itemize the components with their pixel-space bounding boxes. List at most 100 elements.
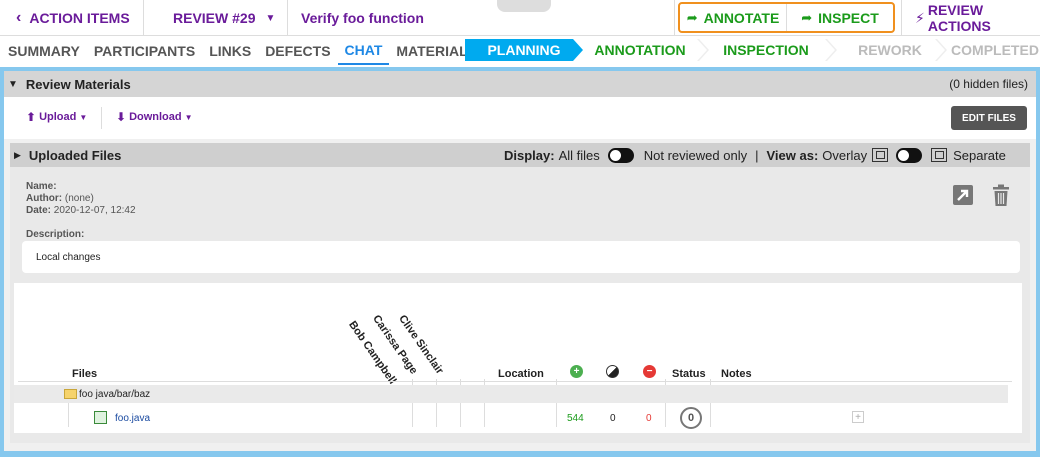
materials-toolbar: ⬆ Upload ▼ ⬇ Download ▼ EDIT FILES	[4, 97, 1036, 139]
view-mode-toggle[interactable]	[896, 147, 923, 163]
review-selector[interactable]: REVIEW #29 ▼	[173, 0, 275, 36]
add-note-icon[interactable]: +	[852, 411, 864, 423]
download-label: Download	[129, 111, 182, 123]
overlay-icon	[872, 148, 889, 162]
date-label: Date:	[26, 205, 52, 216]
trash-icon[interactable]	[989, 183, 1013, 207]
folder-row[interactable]: foo java/bar/baz	[14, 385, 1008, 403]
date-row: Date: 2020-12-07, 12:42	[26, 205, 136, 217]
phase-completed: COMPLETED	[951, 42, 1039, 58]
divider	[901, 0, 902, 36]
name-row: Name:	[26, 181, 136, 193]
divider	[287, 0, 288, 36]
upload-icon: ⬆	[26, 110, 37, 124]
annotate-button[interactable]: ➦ ANNOTATE	[680, 4, 786, 31]
review-materials-title: Review Materials	[25, 76, 131, 92]
caret-down-icon: ▼	[79, 112, 88, 122]
table-row: foo.java 544 0 0 0 +	[14, 403, 1008, 433]
display-label: Display:	[504, 147, 555, 163]
action-items-label: ACTION ITEMS	[29, 10, 130, 26]
upload-label: Upload	[39, 111, 77, 123]
files-column-header: Files	[72, 368, 98, 380]
view-separate-label: Separate	[953, 147, 1006, 163]
hidden-files-count: (0 hidden files)	[949, 77, 1028, 91]
display-all-label: All files	[558, 147, 600, 163]
separate-icon	[931, 148, 948, 162]
phase-annotation: ANNOTATION	[594, 42, 686, 58]
display-options: Display: All files Not reviewed only | V…	[504, 147, 1006, 163]
action-items-button[interactable]: ‹ ACTION ITEMS	[16, 0, 130, 36]
phase-actions: ➦ ANNOTATE ➦ INSPECT	[678, 2, 895, 33]
tab-participants[interactable]: PARTICIPANTS	[87, 37, 202, 65]
review-number: REVIEW #29	[173, 10, 256, 26]
collapse-triangle-icon[interactable]: ▼	[8, 79, 18, 90]
file-status-indicator[interactable]: 0	[680, 407, 702, 429]
location-column-header: Location	[498, 368, 544, 380]
header-divider	[18, 381, 1012, 382]
review-materials-body: ▼ Review Materials (0 hidden files) ⬆ Up…	[4, 71, 1036, 451]
download-icon: ⬇	[116, 110, 127, 124]
view-overlay-label: Overlay	[822, 147, 868, 163]
tab-chat[interactable]: CHAT	[337, 37, 390, 65]
added-lines-icon: +	[570, 365, 583, 378]
name-label: Name:	[26, 181, 57, 192]
edit-files-button[interactable]: EDIT FILES	[951, 106, 1027, 130]
modified-lines-icon	[606, 365, 619, 378]
open-external-icon[interactable]	[951, 183, 975, 207]
divider	[101, 107, 102, 129]
download-button[interactable]: ⬇ Download ▼	[116, 110, 193, 124]
review-tabs: SUMMARY PARTICIPANTS LINKS DEFECTS CHAT …	[0, 37, 484, 65]
review-actions-button[interactable]: ⚡ REVIEW ACTIONS	[915, 0, 1040, 36]
divider	[143, 0, 144, 36]
forward-arrow-icon: ➦	[686, 9, 698, 25]
display-filter-toggle[interactable]	[607, 147, 634, 163]
java-file-icon	[94, 411, 107, 424]
description-label: Description:	[26, 229, 85, 240]
date-value: 2020-12-07, 12:42	[53, 205, 136, 216]
inspect-label: INSPECT	[818, 9, 879, 26]
folder-path: foo java/bar/baz	[79, 388, 151, 400]
caret-down-icon: ▼	[184, 112, 193, 122]
divider	[674, 0, 675, 36]
forward-arrow-icon: ➦	[801, 9, 813, 25]
description-value: Local changes	[36, 251, 101, 263]
description-box: Local changes	[22, 241, 1020, 273]
phase-inspection: INSPECTION	[723, 42, 809, 58]
tab-defects[interactable]: DEFECTS	[258, 37, 337, 65]
removed-lines-icon: −	[643, 365, 656, 378]
lightning-icon: ⚡	[915, 9, 925, 26]
upload-button[interactable]: ⬆ Upload ▼	[26, 110, 87, 124]
folder-icon	[64, 389, 77, 399]
top-bar: ‹ ACTION ITEMS REVIEW #29 ▼ Verify foo f…	[0, 0, 1040, 36]
view-separator: |	[755, 147, 759, 163]
workflow-phases: PLANNING ANNOTATION INSPECTION REWORK CO…	[465, 39, 1040, 61]
phase-planning: PLANNING	[465, 39, 583, 61]
chevron-left-icon: ‹	[16, 9, 22, 26]
file-metadata: Name: Author: (none) Date: 2020-12-07, 1…	[26, 181, 136, 217]
status-column-header: Status	[672, 368, 706, 380]
author-value: (none)	[64, 193, 94, 204]
removed-lines-count: 0	[646, 413, 652, 424]
caret-down-icon: ▼	[265, 12, 276, 24]
annotate-label: ANNOTATE	[703, 9, 780, 26]
uploaded-files-section: ▶ Uploaded Files Display: All files Not …	[10, 143, 1030, 443]
display-not-reviewed-label: Not reviewed only	[643, 147, 748, 163]
review-title[interactable]: Verify foo function	[301, 0, 424, 36]
review-actions-label: REVIEW ACTIONS	[927, 2, 991, 34]
expand-triangle-icon[interactable]: ▶	[14, 150, 21, 161]
tab-summary[interactable]: SUMMARY	[0, 37, 87, 65]
review-materials-header[interactable]: ▼ Review Materials (0 hidden files)	[4, 71, 1036, 97]
uploaded-files-header: ▶ Uploaded Files Display: All files Not …	[10, 143, 1030, 167]
inspect-button[interactable]: ➦ INSPECT	[786, 4, 893, 31]
added-lines-count: 544	[567, 413, 584, 424]
uploaded-files-title: Uploaded Files	[28, 147, 122, 163]
modified-lines-count: 0	[610, 413, 616, 424]
review-materials-panel: ▼ Review Materials (0 hidden files) ⬆ Up…	[0, 67, 1040, 457]
tab-links[interactable]: LINKS	[202, 37, 258, 65]
drag-handle[interactable]	[497, 0, 551, 12]
author-label: Author:	[26, 193, 63, 204]
author-row: Author: (none)	[26, 193, 136, 205]
view-as-label: View as:	[766, 147, 819, 163]
notes-column-header: Notes	[721, 368, 752, 380]
file-link[interactable]: foo.java	[115, 413, 150, 424]
